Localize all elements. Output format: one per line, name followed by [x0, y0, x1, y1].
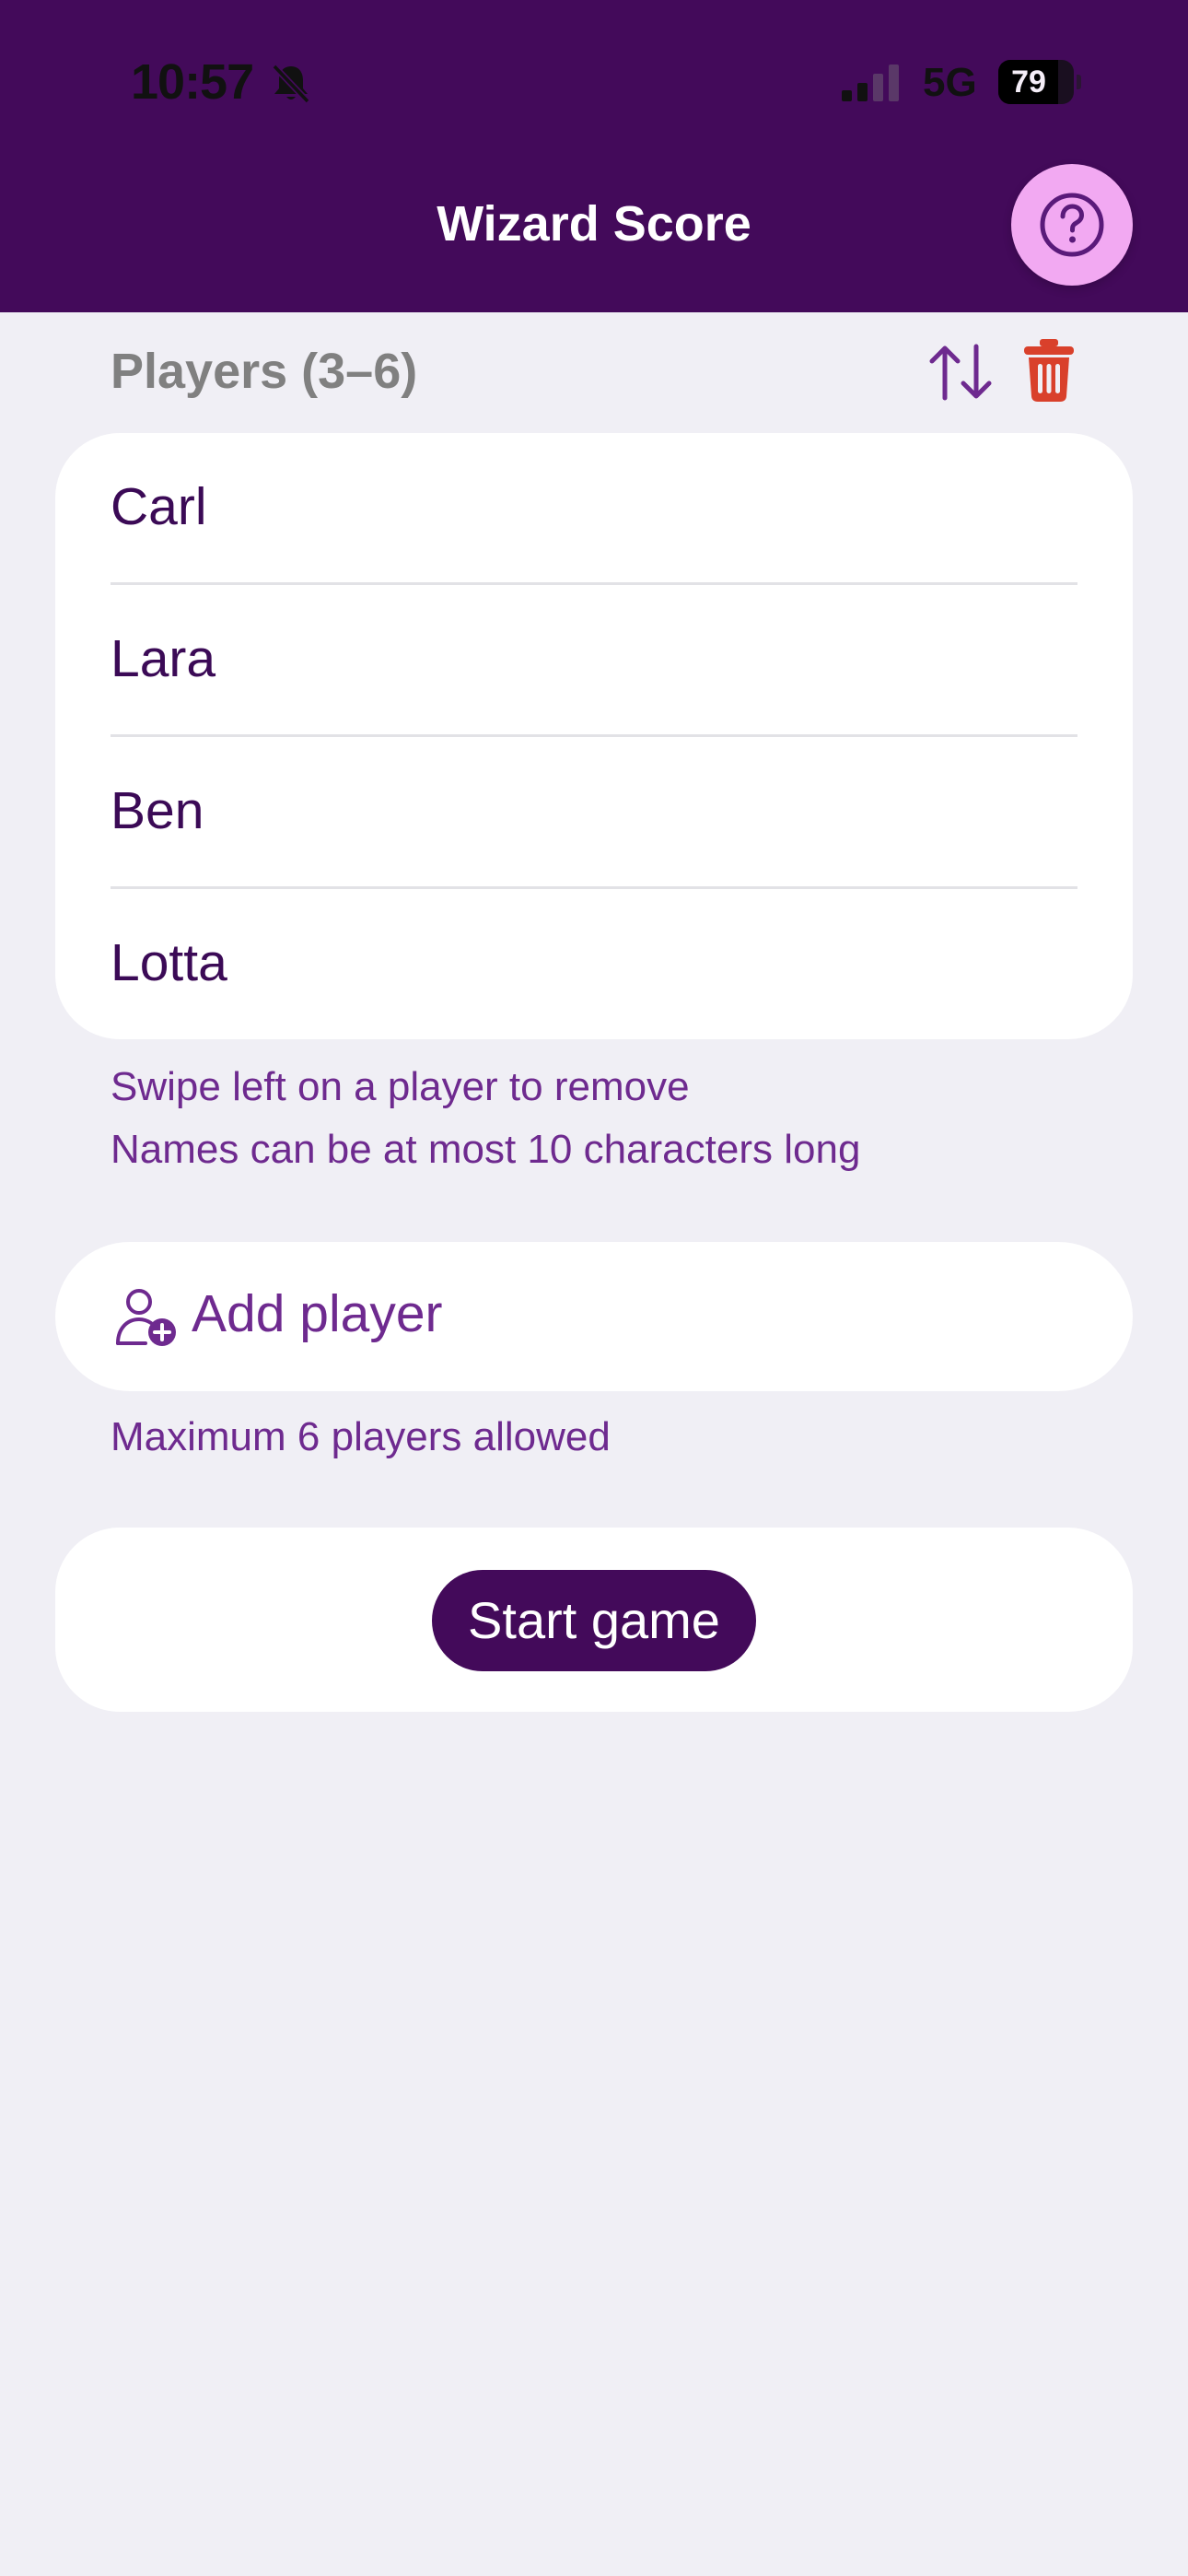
player-row[interactable]: Carl: [111, 433, 1077, 584]
battery-indicator: 79: [998, 60, 1081, 104]
add-player-label: Add player: [192, 1284, 443, 1343]
bell-slash-icon: [272, 64, 310, 104]
network-type: 5G: [923, 60, 977, 105]
player-row[interactable]: Ben: [111, 737, 1077, 888]
cellular-signal-icon: [842, 64, 899, 101]
battery-level: 79: [1011, 64, 1046, 100]
name-length-hint: Names can be at most 10 characters long: [111, 1127, 861, 1172]
player-name[interactable]: Ben: [111, 774, 204, 848]
players-list: Carl Lara Ben Lotta: [55, 433, 1133, 1039]
swipe-hint: Swipe left on a player to remove: [111, 1064, 690, 1109]
player-name[interactable]: Carl: [111, 470, 207, 544]
player-name[interactable]: Lotta: [111, 926, 227, 1000]
help-button[interactable]: [1011, 164, 1133, 286]
question-mark-circle-icon: [1040, 193, 1104, 257]
page-title: Wizard Score: [437, 196, 751, 252]
player-name[interactable]: Lara: [111, 622, 215, 696]
battery-tip: [1077, 75, 1081, 89]
start-card: Start game: [55, 1528, 1133, 1712]
start-game-button[interactable]: Start game: [432, 1570, 756, 1671]
add-person-icon: [116, 1289, 176, 1346]
player-row[interactable]: Lotta: [111, 889, 1077, 1040]
sort-arrows-icon[interactable]: [926, 343, 995, 402]
add-player-button[interactable]: Add player: [55, 1242, 1133, 1391]
players-section-title: Players (3–6): [111, 344, 418, 399]
status-time: 10:57: [131, 54, 254, 110]
player-row[interactable]: Lara: [111, 585, 1077, 736]
max-players-note: Maximum 6 players allowed: [111, 1414, 611, 1459]
trash-icon[interactable]: [1022, 339, 1076, 402]
app-header: 10:57 5G 79 Wizard Score: [0, 0, 1188, 312]
